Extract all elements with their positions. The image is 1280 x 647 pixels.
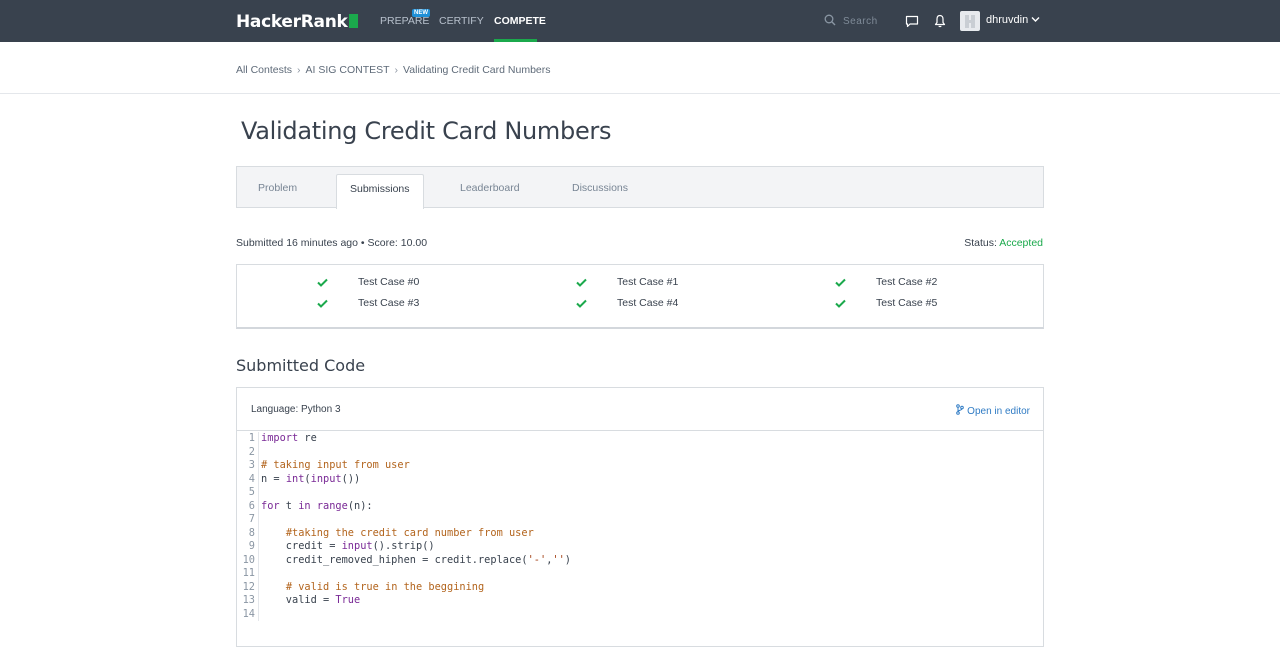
code-line: 4 n = int(input()) (237, 472, 1043, 486)
open-in-editor-link[interactable]: Open in editor (956, 404, 1030, 417)
line-number: 4 (248, 472, 255, 485)
language-label: Language: Python 3 (251, 404, 341, 415)
nav-certify[interactable]: CERTIFY (439, 15, 484, 27)
tab-leaderboard[interactable]: Leaderboard (460, 182, 520, 194)
avatar[interactable] (960, 11, 980, 31)
code-line: 11 (237, 567, 1043, 581)
code-line: 10 credit_removed_hiphen = credit.replac… (237, 553, 1043, 567)
breadcrumb-bar: All Contests › AI SIG CONTEST › Validating C… (0, 42, 1280, 94)
breadcrumb-item-current: Validating Credit Card Numbers (403, 64, 551, 76)
test-case-item[interactable]: Test Case #5 (876, 297, 937, 309)
line-number: 3 (248, 459, 255, 471)
code-text: import re (261, 432, 317, 444)
hackerrank-logo[interactable]: HackerRank (236, 12, 358, 32)
test-case-item[interactable]: Test Case #1 (617, 276, 678, 288)
code-line: 1 import re (237, 432, 1043, 446)
code-panel: Language: Python 3 Open in editor 1 impor… (236, 387, 1044, 647)
check-icon (317, 299, 328, 308)
test-case-item[interactable]: Test Case #2 (876, 276, 937, 288)
submission-status: Status: Accepted (964, 237, 1043, 249)
avatar-placeholder-icon (965, 15, 975, 28)
nav-compete[interactable]: COMPETE (494, 15, 546, 27)
test-case-item[interactable]: Test Case #3 (358, 297, 419, 309)
code-text: #taking the credit card number from user (285, 526, 534, 539)
tab-bar: Problem Submissions Leaderboard Discussi… (236, 166, 1044, 209)
check-icon (835, 299, 846, 308)
chevron-down-icon[interactable] (1031, 16, 1040, 23)
breadcrumb-separator-icon: › (297, 64, 301, 76)
line-number: 13 (242, 594, 255, 606)
tab-submissions[interactable]: Submissions (336, 174, 424, 209)
code-panel-header: Language: Python 3 Open in editor (237, 388, 1043, 431)
code-text: for t in range(n): (261, 499, 373, 512)
status-label: Status: (964, 237, 997, 249)
bell-icon[interactable] (934, 14, 946, 28)
code-line: 13 valid = True (237, 594, 1043, 608)
page-title: Validating Credit Card Numbers (241, 117, 612, 145)
breadcrumb: All Contests › AI SIG CONTEST › Validating C… (236, 64, 551, 76)
code-line: 9 credit = input().strip() (237, 540, 1043, 554)
check-icon (576, 278, 587, 287)
logo-block-icon (348, 14, 358, 28)
tab-problem[interactable]: Problem (258, 182, 297, 194)
top-navbar: HackerRank PREPARE NEW CERTIFY COMPETE d… (0, 0, 1280, 42)
breadcrumb-item-contest[interactable]: AI SIG CONTEST (306, 64, 390, 76)
tab-discussions[interactable]: Discussions (572, 182, 628, 194)
line-number: 10 (242, 553, 255, 566)
code-text: n = int(input()) (261, 472, 361, 485)
username[interactable]: dhruvdin (986, 14, 1028, 26)
breadcrumb-item-all-contests[interactable]: All Contests (236, 64, 292, 76)
breadcrumb-separator-icon: › (394, 64, 399, 76)
line-number: 8 (248, 526, 255, 539)
code-text: credit = input().strip() (261, 540, 435, 552)
code-line: 12 # valid is true in the beggining (237, 580, 1043, 594)
code-line: 8 #taking the credit card number from us… (237, 526, 1043, 540)
line-number: 2 (248, 445, 255, 458)
line-number: 12 (242, 580, 255, 593)
code-text: credit_removed_hiphen = credit.replace('… (261, 553, 571, 566)
line-number: 6 (248, 499, 255, 512)
submitted-code-title: Submitted Code (236, 356, 366, 375)
code-text: valid = True (261, 594, 361, 606)
code-line: 3 # taking input from user (237, 459, 1043, 473)
code-viewer[interactable]: 1 import re 2 3 # taking input from user 4 n =… (237, 432, 1043, 621)
check-icon (835, 278, 846, 287)
code-line: 2 (237, 445, 1043, 459)
code-text: # taking input from user (261, 459, 410, 471)
test-case-item[interactable]: Test Case #0 (358, 276, 419, 288)
search-icon[interactable] (824, 14, 836, 26)
open-in-editor-label: Open in editor (967, 406, 1030, 417)
check-icon (317, 278, 328, 287)
code-line: 6 for t in range(n): (237, 499, 1043, 513)
status-value: Accepted (999, 237, 1043, 249)
submission-meta: Submitted 16 minutes ago • Score: 10.00 (236, 237, 428, 249)
branch-icon (956, 404, 964, 415)
code-line: 7 (237, 513, 1043, 527)
chat-icon[interactable] (905, 15, 919, 28)
line-number: 11 (242, 567, 255, 579)
new-badge: NEW (412, 9, 430, 17)
search-input[interactable] (843, 13, 903, 29)
line-number: 14 (242, 607, 255, 620)
code-line: 5 (237, 486, 1043, 500)
line-number: 7 (248, 513, 255, 525)
test-case-item[interactable]: Test Case #4 (617, 297, 678, 309)
code-line: 14 (237, 607, 1043, 621)
logo-text: HackerRank (236, 12, 348, 32)
check-icon (576, 299, 587, 308)
line-number: 9 (248, 540, 255, 552)
code-text: # valid is true in the beggining (285, 580, 485, 593)
line-number: 5 (248, 486, 255, 498)
test-cases-panel: Test Case #0 Test Case #1 Test Case #2 T… (236, 264, 1044, 329)
line-number: 1 (248, 432, 255, 444)
